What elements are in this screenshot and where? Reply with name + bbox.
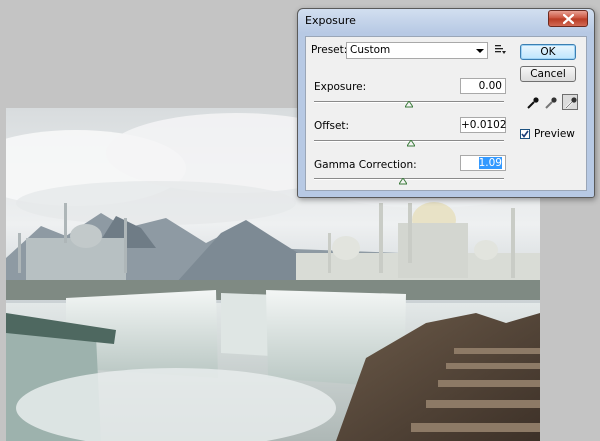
gamma-correction-input[interactable]: 1.09 xyxy=(460,155,506,171)
offset-input[interactable]: +0.0102 xyxy=(460,117,507,133)
chevron-down-icon xyxy=(476,49,484,53)
checkmark-icon xyxy=(521,130,529,138)
gamma-correction-label: Gamma Correction: xyxy=(314,159,417,171)
offset-label: Offset: xyxy=(314,120,350,132)
exposure-input[interactable]: 0.00 xyxy=(460,78,506,94)
dialog-body: Preset: Custom Exposure: 0.00 Offset: +0… xyxy=(305,36,587,191)
gamma-correction-slider-track[interactable] xyxy=(314,178,504,185)
exposure-slider-track[interactable] xyxy=(314,101,504,108)
preset-dropdown[interactable]: Custom xyxy=(346,42,488,59)
offset-slider-track[interactable] xyxy=(314,140,504,147)
exposure-dialog: Exposure Preset: Custom Exposure: 0.00 O… xyxy=(297,8,595,198)
black-point-eyedropper-icon[interactable] xyxy=(525,95,541,111)
white-point-eyedropper-icon[interactable] xyxy=(562,94,578,110)
exposure-label: Exposure: xyxy=(314,81,367,93)
preset-label: Preset: xyxy=(311,44,348,56)
close-x-icon xyxy=(563,14,574,24)
gamma-correction-value: 1.09 xyxy=(478,157,502,169)
ok-button[interactable]: OK xyxy=(520,44,576,60)
preset-options-icon[interactable] xyxy=(495,45,506,54)
dialog-titlebar[interactable]: Exposure xyxy=(298,9,594,33)
gray-point-eyedropper-icon[interactable] xyxy=(543,95,559,111)
cancel-button[interactable]: Cancel xyxy=(520,66,576,82)
preview-label: Preview xyxy=(534,128,575,140)
dialog-title: Exposure xyxy=(305,14,356,27)
preset-value: Custom xyxy=(350,44,391,56)
close-button[interactable] xyxy=(548,10,588,27)
preview-checkbox[interactable] xyxy=(520,129,530,139)
